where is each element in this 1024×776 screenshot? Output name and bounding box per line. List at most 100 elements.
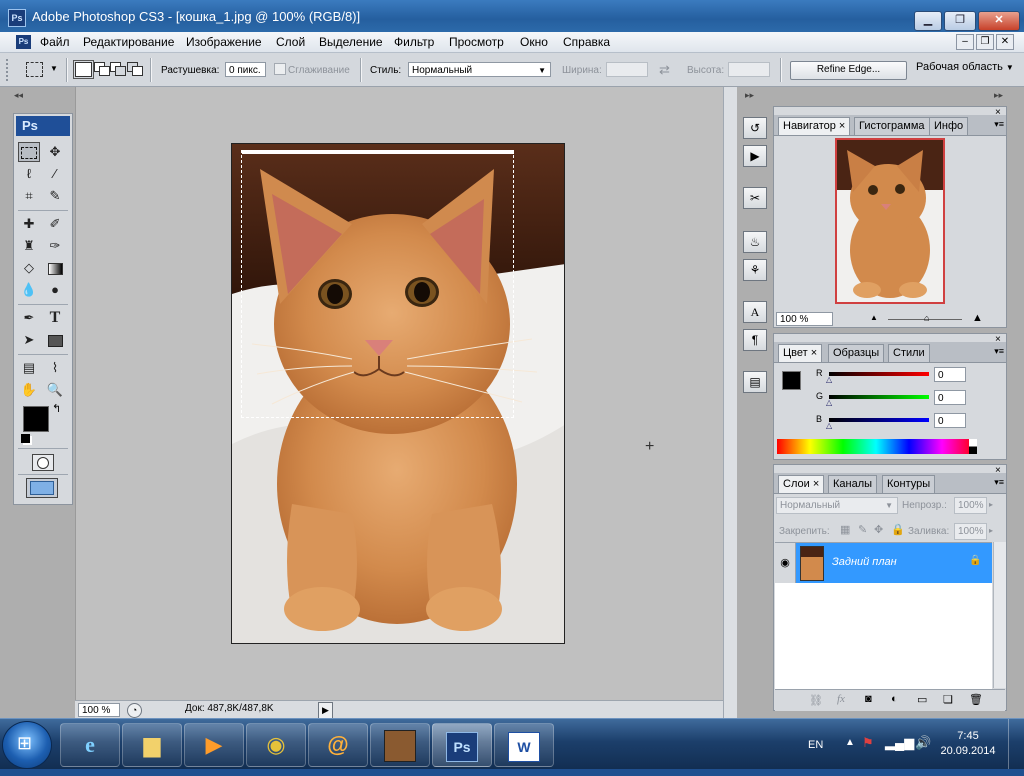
trash-icon[interactable]: 🗑 — [969, 693, 983, 706]
show-hidden-icons[interactable]: ▲ — [845, 737, 855, 748]
slider-thumb-icon[interactable]: △ — [826, 375, 832, 384]
panel-menu-icon[interactable]: ▾≡ — [994, 346, 1004, 357]
tab-layers[interactable]: Слои × — [778, 475, 825, 493]
taskbar-word-button[interactable]: W — [494, 723, 554, 767]
color-foreground-swatch[interactable] — [782, 371, 801, 390]
tab-histogram[interactable]: Гистограмма — [854, 117, 930, 135]
fx-icon[interactable]: fx — [837, 693, 845, 705]
zoom-slider-thumb[interactable]: ⌂ — [924, 313, 929, 323]
status-menu-icon[interactable]: ◔ — [127, 703, 142, 718]
tab-color[interactable]: Цвет × — [778, 344, 823, 362]
navigator-preview[interactable] — [835, 138, 945, 304]
quick-mask-button[interactable] — [32, 454, 54, 471]
swap-dimensions-icon[interactable]: ⇄ — [659, 62, 670, 78]
channel-b-slider[interactable] — [829, 418, 929, 422]
zoom-level-field[interactable]: 100 % — [78, 703, 120, 717]
slider-thumb-icon[interactable]: △ — [826, 421, 832, 430]
channel-b-input[interactable]: 0 — [934, 413, 966, 428]
tab-paths[interactable]: Контуры — [882, 475, 936, 493]
rectangle-tool[interactable] — [44, 330, 66, 350]
system-clock[interactable]: 7:45 20.09.2014 — [938, 729, 998, 759]
eyedropper-tool[interactable]: ⌇ — [44, 358, 66, 378]
height-input[interactable] — [728, 62, 770, 77]
rectangular-marquee-tool[interactable] — [18, 142, 40, 162]
tab-navigator[interactable]: Навигатор × — [778, 117, 851, 135]
rectangular-marquee-preset-icon[interactable] — [26, 62, 43, 77]
volume-icon[interactable]: 🔊 — [915, 735, 931, 751]
swap-colors-icon[interactable]: ↰ — [52, 402, 61, 415]
collapse-icon[interactable]: ◂◂ — [14, 90, 23, 101]
menu-help[interactable]: Справка — [563, 35, 610, 49]
history-panel-icon[interactable]: ↺ — [743, 117, 767, 139]
layers-scrollbar[interactable] — [993, 542, 1006, 688]
layer-comps-icon[interactable]: ▤ — [743, 371, 767, 393]
intersect-selection-icon[interactable] — [127, 62, 143, 76]
adjustment-layer-icon[interactable]: ◐ — [891, 693, 898, 705]
menu-select[interactable]: Выделение — [319, 35, 383, 49]
menu-layer[interactable]: Слой — [276, 35, 305, 49]
path-selection-tool[interactable]: ➤ — [18, 330, 40, 350]
panel-menu-icon[interactable]: ▾≡ — [994, 477, 1004, 488]
tab-channels[interactable]: Каналы — [828, 475, 878, 493]
new-group-icon[interactable]: ▭ — [917, 693, 927, 706]
language-indicator[interactable]: EN — [808, 739, 823, 751]
fill-input[interactable]: 100% — [954, 523, 987, 540]
chevron-down-icon[interactable]: ▼ — [50, 64, 58, 73]
layer-name[interactable]: Задний план — [832, 556, 897, 568]
tab-swatches[interactable]: Образцы — [828, 344, 885, 362]
new-selection-icon[interactable] — [73, 60, 94, 79]
new-layer-icon[interactable]: ❏ — [943, 693, 953, 706]
brush-tool[interactable]: ✐ — [44, 214, 66, 234]
channel-r-input[interactable]: 0 — [934, 367, 966, 382]
feather-input[interactable]: 0 пикс. — [225, 62, 266, 77]
menu-view[interactable]: Просмотр — [449, 35, 504, 49]
history-brush-tool[interactable]: ✑ — [44, 236, 66, 256]
navigator-zoom-field[interactable]: 100 % — [776, 312, 833, 326]
chevron-right-icon[interactable]: ▸ — [989, 526, 993, 535]
hand-tool[interactable]: ✋ — [18, 380, 40, 400]
clone-stamp-tool[interactable]: ♜ — [18, 236, 40, 256]
taskbar-ie-button[interactable]: e — [60, 723, 120, 767]
network-icon[interactable]: ▂▄▆ — [885, 735, 914, 751]
workspace-menu[interactable]: Рабочая область ▼ — [916, 61, 1014, 73]
menu-edit[interactable]: Редактирование — [83, 35, 174, 49]
selection-marquee[interactable] — [241, 150, 514, 418]
close-icon[interactable]: × — [839, 120, 845, 132]
panel-menu-icon[interactable]: ▾≡ — [994, 119, 1004, 130]
photoshop-menu-icon[interactable]: Ps — [16, 35, 31, 49]
eraser-tool[interactable]: ◇ — [18, 258, 40, 278]
show-desktop-button[interactable] — [1008, 719, 1024, 769]
doc-close-button[interactable]: ✕ — [996, 34, 1014, 50]
character-panel-icon[interactable]: A — [743, 301, 767, 323]
type-tool[interactable]: T — [44, 308, 66, 328]
foreground-color-swatch[interactable] — [23, 406, 49, 432]
default-colors-icon[interactable] — [21, 434, 30, 443]
close-icon[interactable]: × — [813, 478, 819, 490]
actions-panel-icon[interactable]: ▶ — [743, 145, 767, 167]
maximize-button[interactable]: ❐ — [944, 11, 976, 31]
close-button[interactable]: ✕ — [978, 11, 1020, 31]
black-white-ramp[interactable] — [969, 439, 977, 454]
notes-tool[interactable]: ▤ — [18, 358, 40, 378]
dodge-tool[interactable]: ● — [44, 280, 66, 300]
tool-presets-icon[interactable]: ✂ — [743, 187, 767, 209]
lock-all-icon[interactable]: 🔒 — [891, 523, 905, 536]
taskbar-photo-button[interactable] — [370, 723, 430, 767]
width-input[interactable] — [606, 62, 648, 77]
status-arrow-icon[interactable]: ▶ — [318, 702, 333, 719]
taskbar-explorer-button[interactable]: ▆ — [122, 723, 182, 767]
channel-r-slider[interactable] — [829, 372, 929, 376]
slider-thumb-icon[interactable]: △ — [826, 398, 832, 407]
move-tool[interactable]: ✥ — [44, 142, 66, 162]
lock-transparency-icon[interactable]: ▦ — [840, 523, 850, 536]
menu-filter[interactable]: Фильтр — [394, 35, 434, 49]
lock-pixels-icon[interactable]: ✎ — [858, 523, 867, 536]
tab-styles[interactable]: Стили — [888, 344, 930, 362]
refine-edge-button[interactable]: Refine Edge... — [790, 61, 907, 80]
close-icon[interactable]: × — [811, 347, 817, 359]
style-select[interactable]: Нормальный ▼ — [408, 62, 551, 77]
action-center-icon[interactable]: ⚑ — [862, 735, 874, 751]
vertical-scrollbar[interactable] — [723, 87, 738, 718]
grip-handle[interactable] — [6, 59, 12, 81]
gradient-tool[interactable] — [44, 258, 66, 278]
